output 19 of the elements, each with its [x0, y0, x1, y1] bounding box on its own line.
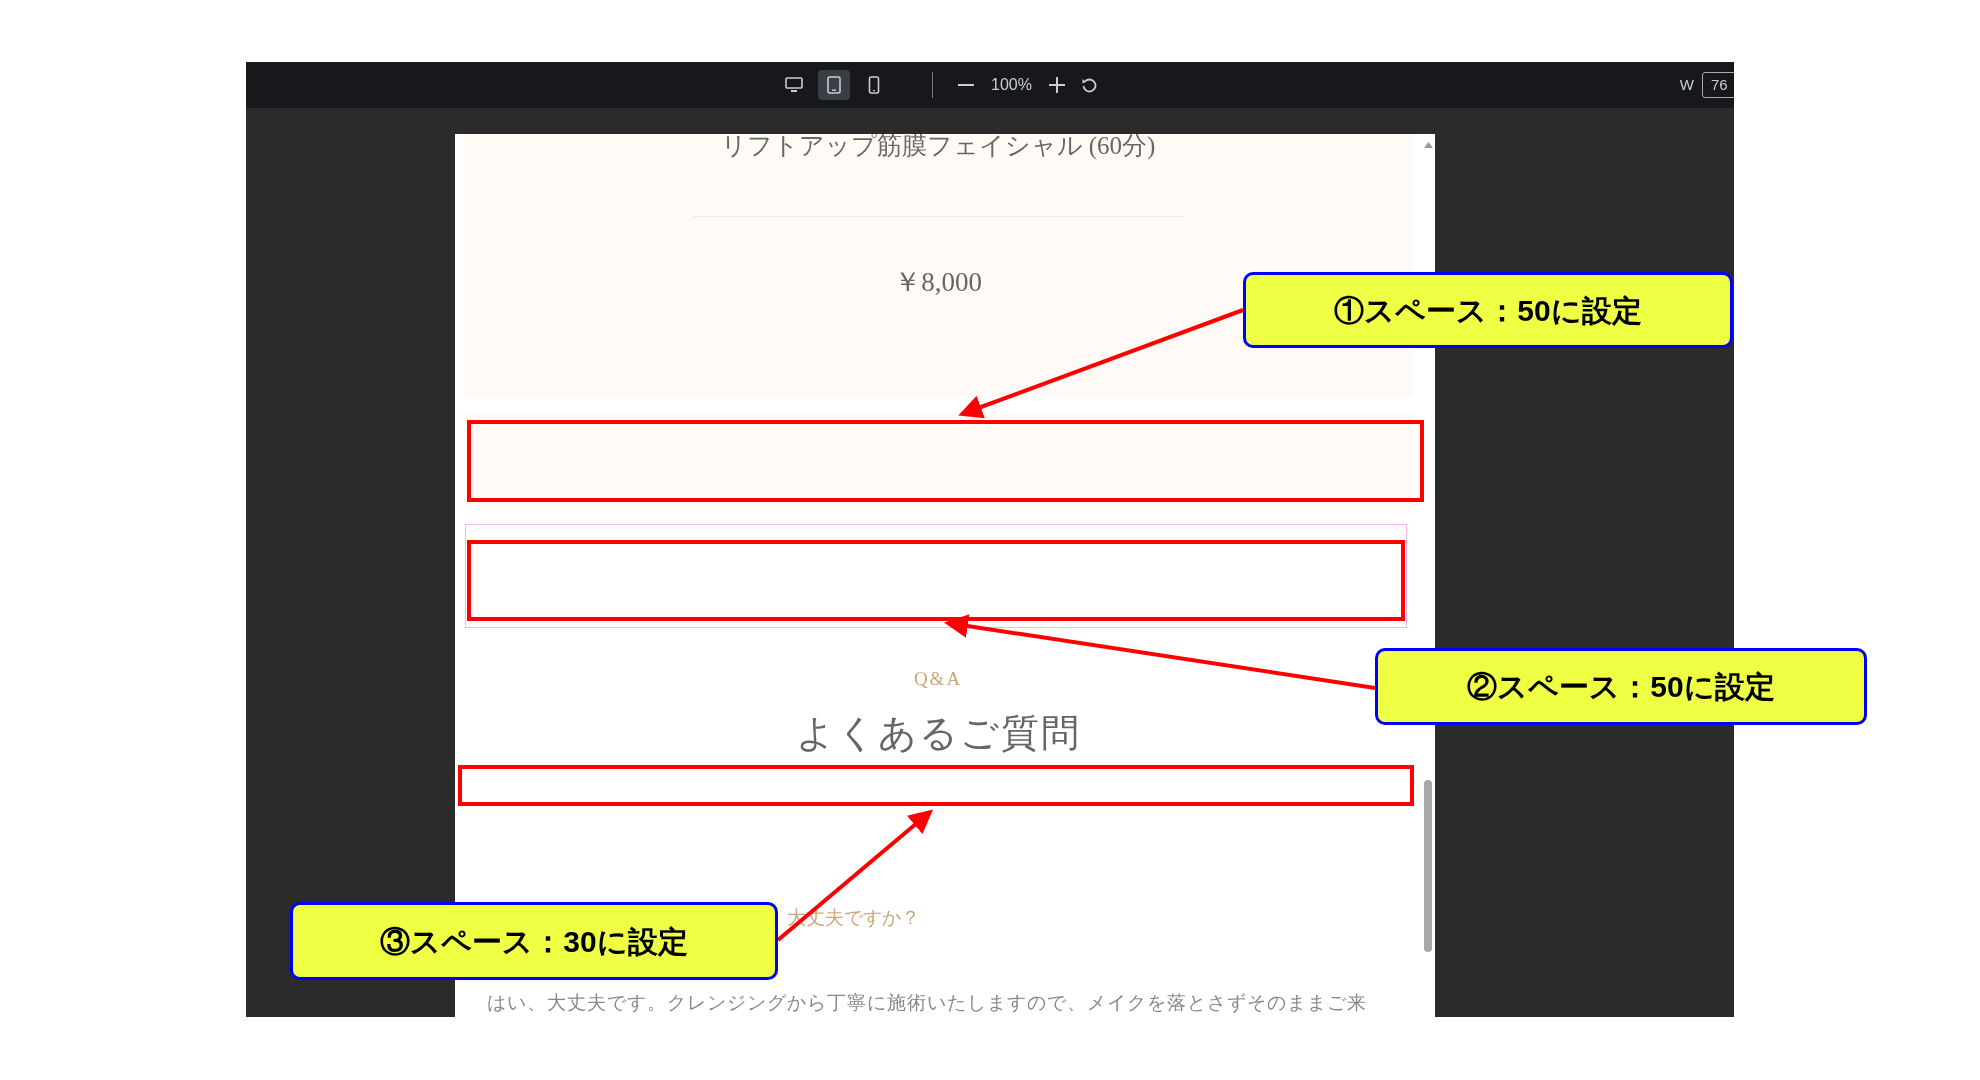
- phone-icon: [868, 76, 880, 94]
- minus-icon: [958, 84, 974, 86]
- reset-icon: [1080, 77, 1097, 93]
- annotation-callout: ②スペース：50に設定: [1375, 648, 1867, 725]
- width-field[interactable]: 76: [1702, 72, 1734, 98]
- scroll-up-icon: [1424, 142, 1433, 148]
- section-heading: よくあるご質問: [795, 711, 1081, 756]
- scrollbar-thumb[interactable]: [1424, 780, 1432, 952]
- device-toggle[interactable]: [818, 70, 850, 100]
- annotation-callout: ①スペース：50に設定: [1243, 272, 1733, 348]
- answer-text: はい、大丈夫です。クレンジングから丁寧に施術いたしますので、メイクを落とさずそのままご来: [487, 990, 1368, 1015]
- annotation-callout: ③スペース：30に設定: [290, 902, 778, 980]
- section-label: Q&A: [913, 666, 963, 691]
- zoom-level: 100%: [991, 75, 1032, 95]
- tablet-icon: [827, 76, 841, 94]
- width-label: W: [1679, 74, 1694, 95]
- desktop-icon: [785, 77, 803, 93]
- price-text: ￥8,000: [894, 266, 982, 299]
- plus-icon: [1048, 77, 1065, 93]
